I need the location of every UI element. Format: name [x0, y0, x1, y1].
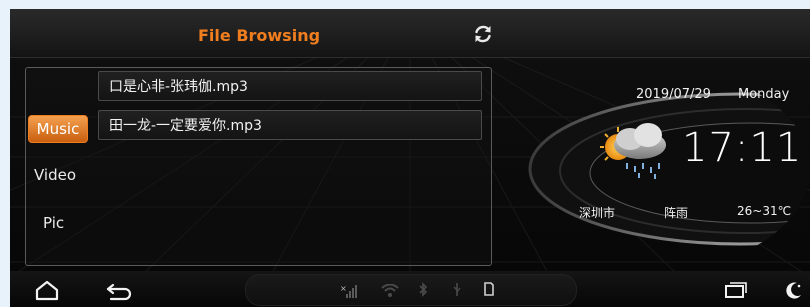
- night-mode-icon[interactable]: [784, 280, 804, 304]
- header-bar: File Browsing: [10, 9, 810, 58]
- category-video[interactable]: Video: [34, 166, 76, 184]
- back-icon[interactable]: [105, 280, 133, 306]
- file-item[interactable]: 口是心非-张玮伽.mp3: [98, 71, 482, 101]
- bluetooth-icon: [418, 282, 428, 301]
- category-music[interactable]: Music: [28, 115, 88, 143]
- home-icon[interactable]: [34, 279, 60, 305]
- file-item[interactable]: 田一龙-一定要爱你.mp3: [98, 110, 482, 140]
- usb-icon: [452, 282, 462, 301]
- head-unit-screen: File Browsing Music Video Pic 口是心非-张玮伽.m…: [10, 9, 810, 307]
- refresh-icon[interactable]: [472, 23, 494, 45]
- file-browser-panel: Music Video Pic 口是心非-张玮伽.mp3 田一龙-一定要爱你.m…: [25, 67, 492, 266]
- storage-icon: [483, 281, 495, 301]
- cloud-rain-sun-icon: [582, 113, 678, 183]
- svg-text:×: ×: [340, 284, 347, 293]
- weather-temperature: 26~31℃: [737, 204, 792, 218]
- category-pic[interactable]: Pic: [43, 214, 64, 232]
- clock-date: 2019/07/29: [636, 87, 711, 102]
- weather-condition: 阵雨: [664, 206, 689, 220]
- wifi-icon: [381, 283, 399, 302]
- clock-time: 17:11: [682, 125, 803, 171]
- clock-weekday: Monday: [738, 87, 790, 102]
- status-bar: [245, 274, 577, 306]
- page-title: File Browsing: [198, 26, 321, 45]
- signal-icon: ×: [340, 283, 358, 302]
- recent-apps-icon[interactable]: [724, 281, 748, 303]
- weather-city: 深圳市: [579, 206, 616, 220]
